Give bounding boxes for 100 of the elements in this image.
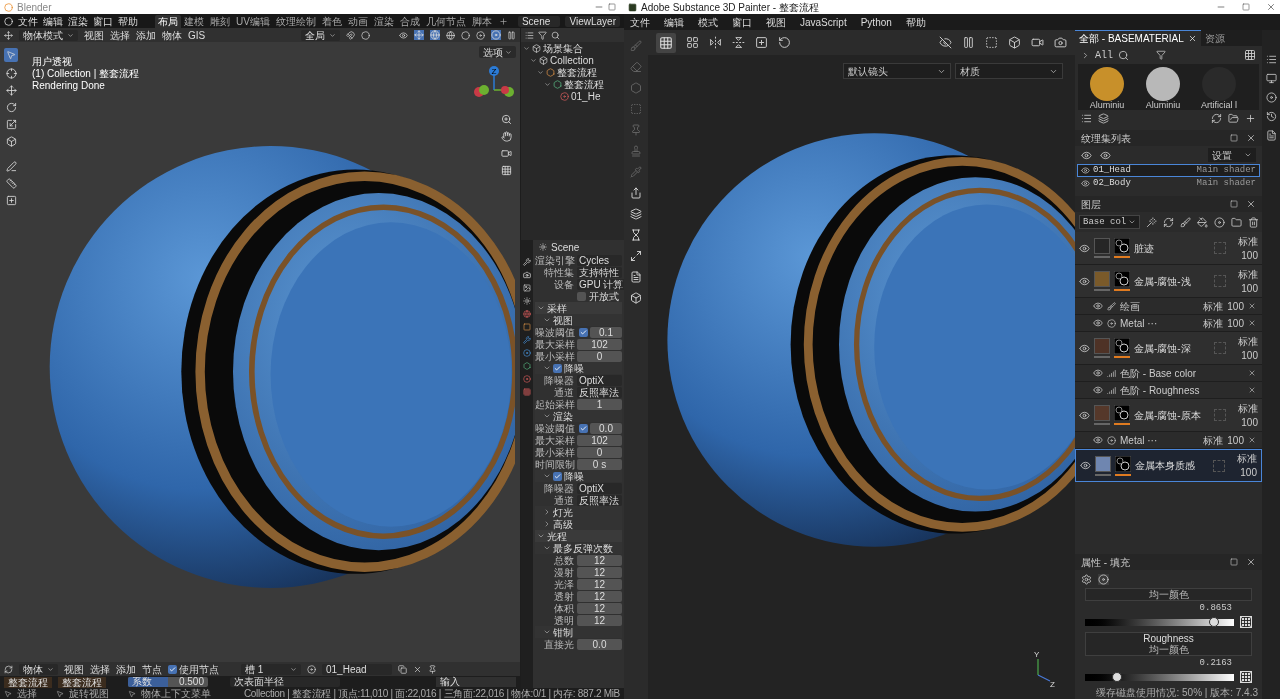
- duplicate-icon[interactable]: [398, 664, 407, 674]
- remove-icon[interactable]: [1248, 302, 1256, 310]
- remove-icon[interactable]: [1248, 319, 1256, 327]
- paint-bucket-icon[interactable]: [1197, 216, 1209, 228]
- property-dropdown[interactable]: OptiX: [577, 482, 622, 494]
- camera-view-icon[interactable]: [501, 148, 512, 159]
- menu-item[interactable]: 选择: [110, 29, 130, 41]
- view-layer-field[interactable]: ViewLayer: [565, 15, 620, 27]
- layer-row[interactable]: 金属-腐蚀-浅 标准 100: [1075, 265, 1262, 298]
- reset-view-icon[interactable]: [778, 36, 791, 49]
- menu-item[interactable]: 节点: [142, 663, 162, 675]
- trash-icon[interactable]: [1248, 216, 1260, 228]
- document-icon[interactable]: [630, 271, 642, 283]
- workspace-tab[interactable]: 脚本: [468, 14, 495, 28]
- blend-mode[interactable]: 标准: [1237, 453, 1257, 464]
- float-icon[interactable]: [1230, 200, 1238, 208]
- transform-tool-icon[interactable]: [5, 136, 17, 147]
- history-icon[interactable]: [1265, 111, 1277, 122]
- layer-row[interactable]: 脏迹 标准 100: [1075, 232, 1262, 265]
- outliner-item[interactable]: 01_He: [571, 90, 601, 102]
- object-tab-icon[interactable]: [523, 323, 531, 331]
- workspace-tab[interactable]: 布局: [155, 14, 181, 28]
- number-field[interactable]: 0 s: [577, 458, 622, 470]
- close-icon[interactable]: [1266, 2, 1276, 12]
- flip-horizontal-icon[interactable]: [709, 36, 722, 49]
- material-icon[interactable]: [307, 664, 316, 674]
- select-tool-icon[interactable]: [4, 48, 18, 62]
- menu-item[interactable]: JavaScript: [800, 16, 847, 28]
- shader-settings-icon[interactable]: [1265, 92, 1277, 103]
- close-icon[interactable]: [1246, 557, 1256, 567]
- menu-item[interactable]: 添加: [136, 29, 156, 41]
- checkbox[interactable]: [577, 291, 586, 301]
- export-icon[interactable]: [630, 187, 642, 199]
- number-field[interactable]: 0.0: [590, 422, 622, 434]
- add-square-icon[interactable]: [755, 36, 768, 49]
- blend-mode[interactable]: 标准: [1203, 317, 1224, 329]
- hourglass-icon[interactable]: [630, 229, 642, 241]
- wireframe-shading-icon[interactable]: [446, 30, 455, 40]
- opacity-value[interactable]: 100: [1241, 282, 1258, 294]
- chevron-icon[interactable]: [543, 364, 551, 372]
- outliner-item[interactable]: 整套流程: [564, 78, 604, 90]
- slider-track[interactable]: [1085, 673, 1234, 681]
- menu-item[interactable]: 渲染: [68, 15, 88, 27]
- property-dropdown[interactable]: 反照率法: [577, 386, 622, 398]
- eye-icon[interactable]: [1093, 368, 1103, 378]
- zoom-icon[interactable]: [501, 114, 512, 125]
- options-dropdown[interactable]: 选项: [479, 46, 516, 58]
- menu-item[interactable]: 编辑: [664, 16, 684, 28]
- view-mode-dropdown[interactable]: 材质: [955, 63, 1063, 79]
- render-tab-icon[interactable]: [523, 271, 531, 279]
- menu-item[interactable]: 文件: [630, 16, 650, 28]
- subsurface-dropdown[interactable]: 次表面半径: [230, 677, 340, 687]
- number-field[interactable]: 12: [577, 578, 622, 590]
- bake-icon[interactable]: [630, 208, 642, 220]
- hide-icon[interactable]: [939, 36, 952, 49]
- blend-mode[interactable]: 标准: [1238, 402, 1258, 414]
- number-field[interactable]: 12: [577, 602, 622, 614]
- slider-thumb[interactable]: [1112, 671, 1123, 682]
- chevron-icon[interactable]: [543, 412, 551, 420]
- pause-icon[interactable]: [507, 30, 516, 40]
- visibility-icon[interactable]: [399, 30, 408, 40]
- overlay-icon[interactable]: [430, 30, 440, 40]
- settings-icon[interactable]: [1081, 573, 1092, 585]
- number-field[interactable]: 0.0: [577, 638, 622, 650]
- remove-icon[interactable]: [1248, 436, 1256, 444]
- pause-icon[interactable]: [962, 36, 975, 49]
- property-dropdown[interactable]: OptiX: [577, 374, 622, 386]
- unlink-icon[interactable]: [413, 664, 422, 674]
- opacity-value[interactable]: 100: [1227, 434, 1244, 446]
- snap-icon[interactable]: [346, 30, 356, 40]
- add-cube-tool-icon[interactable]: [5, 195, 17, 206]
- property-dropdown[interactable]: GPU 计算: [577, 278, 626, 290]
- menu-item[interactable]: 视图: [64, 663, 84, 675]
- opacity-value[interactable]: 100: [1240, 467, 1257, 478]
- number-field[interactable]: 12: [577, 590, 622, 602]
- remove-icon[interactable]: [1248, 369, 1256, 377]
- folder-icon[interactable]: [1231, 216, 1243, 228]
- material-tab-icon[interactable]: [523, 375, 531, 383]
- outliner-item[interactable]: 整套流程: [557, 66, 597, 78]
- material-name-field[interactable]: 01_Head: [322, 663, 392, 675]
- eye-icon[interactable]: [1093, 301, 1103, 311]
- workspace-tab[interactable]: 几何节点: [422, 14, 469, 28]
- eye-icon[interactable]: [1079, 275, 1090, 287]
- display-mode-icon[interactable]: [525, 30, 534, 40]
- checkbox[interactable]: [579, 327, 588, 337]
- menu-item[interactable]: 帮助: [118, 15, 138, 27]
- chevron-icon[interactable]: [543, 544, 551, 552]
- cube-icon[interactable]: [1008, 36, 1021, 49]
- shelf-tab[interactable]: 资源: [1200, 30, 1229, 46]
- menu-item[interactable]: 模式: [698, 16, 718, 28]
- menu-item[interactable]: 物体: [162, 29, 182, 41]
- outliner-item[interactable]: Collection: [550, 54, 594, 66]
- remove-icon[interactable]: [1248, 386, 1256, 394]
- number-field[interactable]: 1: [577, 398, 622, 410]
- checkbox[interactable]: [553, 471, 562, 481]
- panel-header[interactable]: 高级: [553, 518, 573, 530]
- number-field[interactable]: 0: [577, 446, 622, 458]
- add-icon[interactable]: [1245, 112, 1256, 124]
- settings-dropdown[interactable]: 设置: [1208, 148, 1256, 162]
- navigation-gizmo[interactable]: Z: [472, 64, 516, 108]
